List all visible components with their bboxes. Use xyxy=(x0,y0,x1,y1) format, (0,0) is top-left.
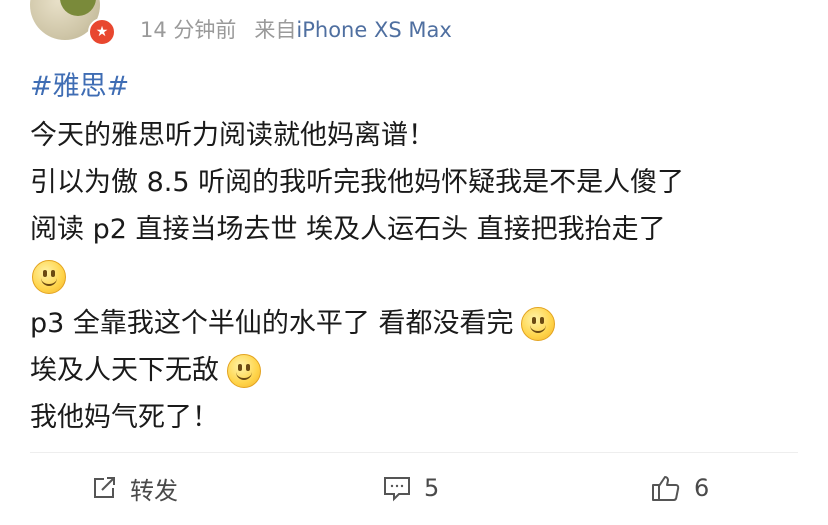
post-device-link[interactable]: iPhone XS Max xyxy=(296,18,451,42)
post-line-text: 引以为傲 8.5 听阅的我听完我他妈怀疑我是不是人傻了 xyxy=(30,167,685,198)
smile-emoji-icon xyxy=(32,259,66,294)
hashtag-link[interactable]: #雅思# xyxy=(30,64,129,103)
post-source-prefix: 来自 xyxy=(254,18,297,42)
post-body: 今天的雅思听力阅读就他妈离谱！ 引以为傲 8.5 听阅的我听完我他妈怀疑我是不是… xyxy=(30,112,820,441)
repost-button[interactable]: 转发 xyxy=(90,462,178,514)
repost-icon xyxy=(94,477,115,498)
post-line xyxy=(30,253,820,300)
post-meta: 14 分钟前 来自iPhone XS Max xyxy=(140,14,452,44)
post-line: 引以为傲 8.5 听阅的我听完我他妈怀疑我是不是人傻了 xyxy=(30,159,820,206)
post-line-text: 阅读 p2 直接当场去世 埃及人运石头 直接把我抬走了 xyxy=(30,214,666,245)
comment-icon xyxy=(384,477,410,502)
post-line-text: 今天的雅思听力阅读就他妈离谱！ xyxy=(30,120,435,151)
like-count: 6 xyxy=(694,474,710,502)
smile-emoji-icon xyxy=(227,353,261,388)
divider xyxy=(30,452,798,453)
thumbs-up-icon xyxy=(652,476,680,501)
post-line: p3 全靠我这个半仙的水平了 看都没看完 xyxy=(30,300,820,347)
comment-count: 5 xyxy=(424,474,440,502)
post-line-text: p3 全靠我这个半仙的水平了 看都没看完 xyxy=(30,308,514,339)
post-line: 埃及人天下无敌 xyxy=(30,347,820,394)
repost-label: 转发 xyxy=(130,476,178,505)
post-line: 今天的雅思听力阅读就他妈离谱！ xyxy=(30,112,820,159)
verified-badge-icon: ★ xyxy=(88,18,116,46)
avatar-image xyxy=(60,0,96,16)
post-line: 我他妈气死了！ xyxy=(30,394,820,441)
post-line: 阅读 p2 直接当场去世 埃及人运石头 直接把我抬走了 xyxy=(30,206,820,253)
post-line-text: 我他妈气死了！ xyxy=(30,402,219,433)
post-time: 14 分钟前 xyxy=(140,18,237,42)
like-button[interactable]: 6 xyxy=(650,462,709,514)
smile-emoji-icon xyxy=(521,306,556,341)
post-line-text: 埃及人天下无敌 xyxy=(30,355,219,386)
action-bar: 转发 5 6 xyxy=(0,462,828,514)
comment-button[interactable]: 5 xyxy=(382,462,439,514)
